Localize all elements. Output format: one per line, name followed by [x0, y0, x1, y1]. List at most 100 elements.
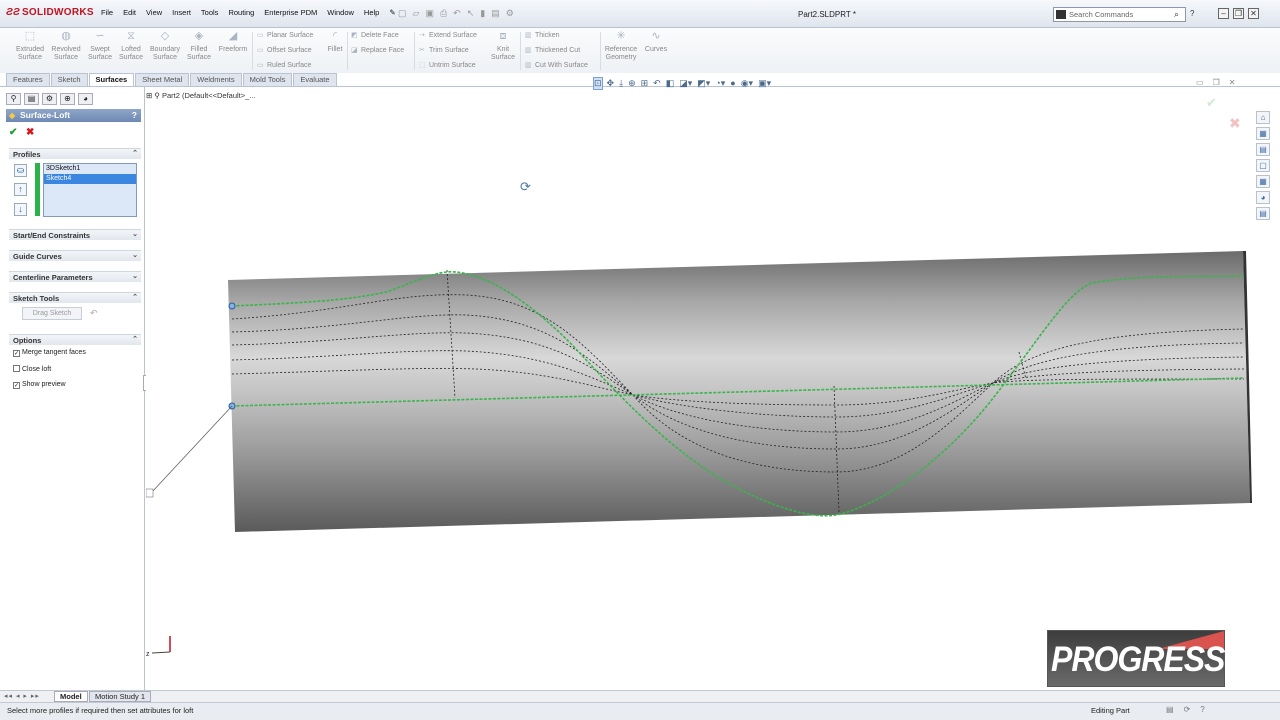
untrim-surface-button[interactable]: ⬚ Untrim Surface — [419, 61, 476, 69]
rebuild-icon[interactable]: ▮ — [480, 8, 485, 19]
thickened-cut-button[interactable]: ▥ Thickened Cut — [525, 46, 580, 54]
swept-surface-button[interactable]: ∽ Swept Surface — [84, 31, 116, 62]
search-scope-icon[interactable] — [1056, 10, 1066, 19]
menu-edit[interactable]: Edit — [118, 8, 141, 17]
dimxpert-tab-icon[interactable]: ⊕ — [60, 93, 75, 105]
callout-box[interactable] — [146, 488, 154, 498]
close-icon[interactable]: ✕ — [1248, 8, 1259, 19]
menu-routing[interactable]: Routing — [223, 8, 259, 17]
extruded-surface-button[interactable]: ⬚ Extruded Surface — [12, 31, 48, 62]
feature-manager-tab-icon[interactable]: ⚲ — [6, 93, 21, 105]
menu-view[interactable]: View — [141, 8, 167, 17]
save-icon[interactable]: ▣ — [425, 8, 434, 19]
minimize-icon[interactable]: – — [1218, 8, 1229, 19]
profile-start-point[interactable] — [228, 302, 236, 310]
model-view[interactable] — [146, 87, 1280, 690]
fillet-icon: ◜ — [332, 30, 338, 42]
print-icon[interactable]: ⎙ — [440, 8, 447, 19]
move-down-button[interactable]: ↓ — [14, 203, 27, 216]
untrim-surface-label: Untrim Surface — [429, 62, 476, 69]
list-item[interactable]: 3DSketch1 — [44, 164, 136, 174]
offset-surface-button[interactable]: ▭ Offset Surface — [257, 46, 312, 54]
tab-surfaces[interactable]: Surfaces — [88, 73, 135, 86]
knit-surface-button[interactable]: ⧈ Knit Surface — [488, 31, 518, 62]
drag-sketch-button[interactable]: Drag Sketch — [22, 307, 82, 320]
file-properties-icon[interactable]: ▤ — [491, 8, 500, 19]
graphics-area[interactable]: ⊞ ⚲ Part2 (Default<<Default>_... ⊡ ✥ ⤓ ⊕… — [146, 77, 1280, 690]
cancel-button[interactable]: ✖ — [26, 127, 34, 138]
undo-icon[interactable]: ↶ — [453, 8, 461, 19]
ok-button[interactable]: ✔ — [9, 127, 17, 138]
delete-face-button[interactable]: ◩ Delete Face — [351, 31, 399, 39]
tab-features[interactable]: Features — [6, 73, 50, 86]
planar-surface-button[interactable]: ▭ Planar Surface — [257, 31, 313, 39]
lofted-surface-button[interactable]: ⧖ Lofted Surface — [116, 31, 146, 62]
open-icon[interactable]: ▱ — [413, 8, 420, 19]
cut-with-surface-button[interactable]: ▥ Cut With Surface — [525, 61, 588, 69]
tab-model[interactable]: Model — [54, 691, 88, 702]
tab-sheet-metal[interactable]: Sheet Metal — [135, 73, 190, 86]
loft-feature-icon: ◆ — [9, 111, 16, 120]
tab-motion-study-1[interactable]: Motion Study 1 — [89, 691, 152, 702]
fillet-button[interactable]: ◜ Fillet — [324, 30, 346, 54]
search-commands-input[interactable]: Search Commands ⌕ — [1053, 7, 1186, 22]
menu-window[interactable]: Window — [322, 8, 359, 17]
menu-enterprise-pdm[interactable]: Enterprise PDM — [259, 8, 322, 17]
menu-insert[interactable]: Insert — [167, 8, 196, 17]
property-manager-tab-icon[interactable]: ▤ — [24, 93, 39, 105]
viewport-restore-icon[interactable]: ❐ — [1213, 78, 1220, 87]
boundary-surface-button[interactable]: ◇ Boundary Surface — [146, 31, 184, 62]
list-item-selected[interactable]: Sketch4 — [44, 174, 136, 184]
help-button[interactable]: ? — [132, 110, 137, 120]
sketch-tools-header[interactable]: Sketch Tools ⌃ — [9, 292, 141, 303]
checkbox[interactable] — [13, 365, 20, 372]
search-icon[interactable]: ⌕ — [1174, 9, 1179, 20]
profiles-section-header[interactable]: Profiles ⌃ — [9, 148, 141, 159]
help-icon[interactable]: ? — [1190, 9, 1194, 18]
merge-tangent-faces-option[interactable]: ✓ Merge tangent faces — [13, 349, 86, 357]
freeform-button[interactable]: ◢ Freeform — [216, 31, 250, 54]
trim-surface-button[interactable]: ✂ Trim Surface — [419, 46, 469, 54]
extend-surface-button[interactable]: ⇢ Extend Surface — [419, 31, 477, 39]
rebuild-status-icon[interactable]: ⟳ — [1184, 705, 1191, 714]
show-preview-option[interactable]: ✓ Show preview — [13, 381, 66, 389]
tab-sketch[interactable]: Sketch — [50, 73, 88, 86]
menu-tools[interactable]: Tools — [196, 8, 224, 17]
centerline-parameters-header[interactable]: Centerline Parameters ⌄ — [9, 271, 141, 282]
replace-face-button[interactable]: ◪ Replace Face — [351, 46, 404, 54]
options-header[interactable]: Options ⌃ — [9, 334, 141, 345]
revolved-surface-button[interactable]: ◍ Revolved Surface — [48, 31, 84, 62]
filled-surface-button[interactable]: ◈ Filled Surface — [184, 31, 214, 62]
status-help-icon[interactable]: ? — [1200, 705, 1204, 714]
thickened-cut-label: Thickened Cut — [535, 47, 581, 54]
new-document-icon[interactable]: ▢ — [398, 8, 407, 19]
menu-help[interactable]: Help — [359, 8, 384, 17]
select-icon[interactable]: ↖ — [467, 8, 475, 19]
ruled-surface-button[interactable]: ▭ Ruled Surface — [257, 61, 311, 69]
close-loft-option[interactable]: Close loft — [13, 365, 51, 373]
menu-file[interactable]: File — [96, 8, 118, 17]
curves-button[interactable]: ∿ Curves — [642, 31, 670, 54]
tab-weldments[interactable]: Weldments — [190, 73, 242, 86]
thicken-button[interactable]: ▥ Thicken — [525, 31, 560, 39]
profiles-list[interactable]: 3DSketch1 Sketch4 — [43, 163, 137, 217]
move-up-button[interactable]: ↑ — [14, 183, 27, 196]
checkbox-checked[interactable]: ✓ — [13, 350, 20, 357]
restore-icon[interactable]: ❐ — [1233, 8, 1244, 19]
tab-mold-tools[interactable]: Mold Tools — [242, 73, 293, 86]
start-end-constraints-header[interactable]: Start/End Constraints ⌄ — [9, 229, 141, 240]
undo-sketch-drag-icon[interactable]: ↶ — [90, 308, 98, 319]
tab-nav-arrows-icon[interactable]: ◂◂ ◂ ▸ ▸▸ — [4, 692, 40, 700]
app-logo[interactable]: ƧƧ SOLIDWORKS — [6, 7, 94, 18]
checkbox-checked[interactable]: ✓ — [13, 382, 20, 389]
options-icon[interactable]: ⚙ — [506, 8, 514, 19]
guide-curves-header[interactable]: Guide Curves ⌄ — [9, 250, 141, 261]
extend-surface-label: Extend Surface — [429, 32, 477, 39]
viewport-close-icon[interactable]: ✕ — [1229, 78, 1236, 87]
configuration-manager-tab-icon[interactable]: ⚙ — [42, 93, 57, 105]
tab-evaluate[interactable]: Evaluate — [293, 73, 337, 86]
reference-geometry-button[interactable]: ✳ Reference Geometry — [603, 31, 639, 62]
viewport-minimize-icon[interactable]: ▭ — [1196, 78, 1204, 87]
units-icon[interactable]: ▤ — [1166, 705, 1174, 714]
display-manager-tab-icon[interactable]: ◕ — [78, 93, 93, 105]
